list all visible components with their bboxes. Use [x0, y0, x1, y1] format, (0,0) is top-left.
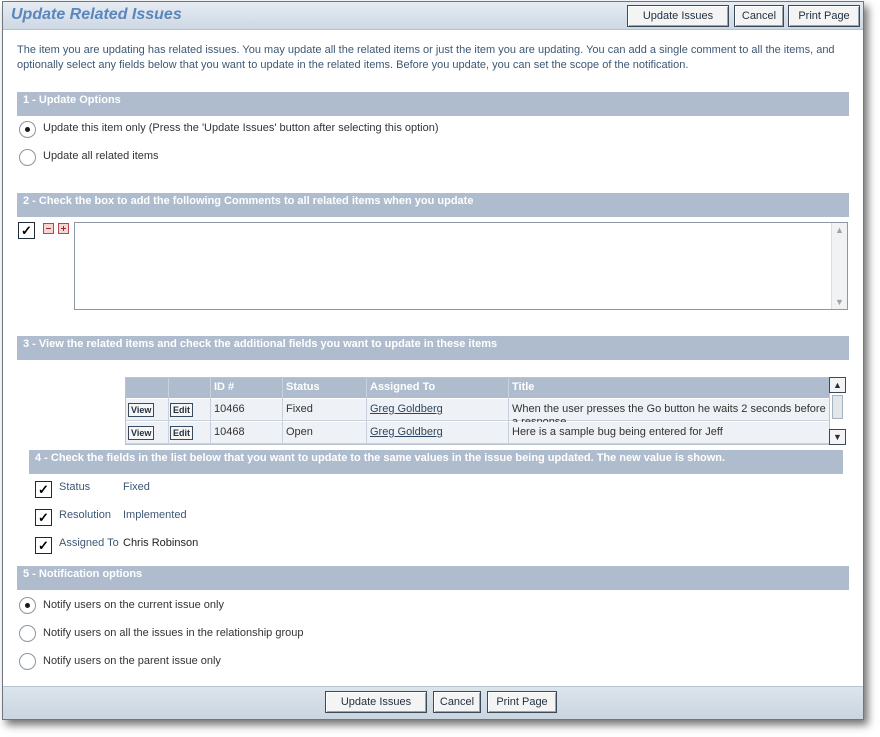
assigned-to-field-name: Assigned To — [59, 537, 119, 549]
add-comments-checkbox[interactable]: ✓ — [18, 222, 35, 239]
row-assigned-to-link[interactable]: Greg Goldberg — [370, 403, 443, 415]
assigned-to-field-checkbox[interactable]: ✓ — [35, 537, 52, 554]
edit-button[interactable]: Edit — [170, 426, 193, 440]
column-divider — [366, 378, 367, 444]
resolution-field-name: Resolution — [59, 509, 111, 521]
notify-relationship-group-radio[interactable] — [19, 625, 36, 642]
footer-update-issues-button[interactable]: Update Issues — [325, 691, 427, 713]
scroll-down-arrow-icon[interactable]: ▼ — [829, 429, 846, 445]
footer-print-page-button[interactable]: Print Page — [487, 691, 557, 713]
row-status: Fixed — [286, 403, 313, 415]
related-items-scrollbar[interactable]: ▲ ▼ — [829, 377, 846, 445]
notify-relationship-group-label: Notify users on all the issues in the re… — [43, 627, 304, 639]
column-divider — [282, 378, 283, 444]
update-this-item-only-radio[interactable] — [19, 121, 36, 138]
notify-parent-issue-label: Notify users on the parent issue only — [43, 655, 221, 667]
scroll-up-arrow-icon[interactable]: ▲ — [829, 377, 846, 393]
print-page-button[interactable]: Print Page — [788, 5, 860, 27]
update-all-related-items-label: Update all related items — [43, 150, 159, 162]
comments-scrollbar[interactable]: ▲ ▼ — [831, 223, 847, 309]
notify-current-issue-radio[interactable] — [19, 597, 36, 614]
column-divider — [508, 378, 509, 444]
view-button[interactable]: View — [128, 426, 155, 440]
column-divider — [168, 378, 169, 444]
status-field-name: Status — [59, 481, 91, 493]
update-issues-button[interactable]: Update Issues — [627, 5, 729, 27]
column-id: ID # — [214, 381, 235, 393]
update-related-issues-window: Update Related Issues Update Issues Canc… — [2, 1, 864, 720]
column-divider — [210, 378, 211, 444]
column-title: Title — [512, 381, 535, 393]
column-assigned-to: Assigned To — [370, 381, 436, 393]
footer-cancel-button[interactable]: Cancel — [433, 691, 481, 713]
row-id: 10468 — [214, 426, 245, 438]
row-status: Open — [286, 426, 313, 438]
status-field-checkbox[interactable]: ✓ — [35, 481, 52, 498]
status-field-value: Fixed — [123, 481, 150, 493]
notify-current-issue-label: Notify users on the current issue only — [43, 599, 224, 611]
section-update-options-header: 1 - Update Options — [17, 92, 849, 116]
view-button[interactable]: View — [128, 403, 155, 417]
resolution-field-value: Implemented — [123, 509, 187, 521]
table-row: View Edit 10468 Open Greg Goldberg Here … — [126, 422, 829, 444]
notify-parent-issue-radio[interactable] — [19, 653, 36, 670]
scroll-down-arrow-icon[interactable]: ▼ — [835, 297, 844, 307]
cancel-button[interactable]: Cancel — [734, 5, 784, 27]
row-id: 10466 — [214, 403, 245, 415]
header-bar: Update Related Issues Update Issues Canc… — [3, 2, 863, 30]
update-this-item-only-label: Update this item only (Press the 'Update… — [43, 122, 439, 134]
column-status: Status — [286, 381, 320, 393]
scroll-thumb[interactable] — [832, 395, 843, 419]
section-related-items-header: 3 - View the related items and check the… — [17, 336, 849, 360]
scroll-up-arrow-icon[interactable]: ▲ — [835, 225, 844, 235]
assigned-to-field-value: Chris Robinson — [123, 537, 199, 549]
section-notification-header: 5 - Notification options — [17, 566, 849, 590]
edit-button[interactable]: Edit — [170, 403, 193, 417]
section-comments-header: 2 - Check the box to add the following C… — [17, 193, 849, 217]
section-fields-header: 4 - Check the fields in the list below t… — [29, 450, 843, 474]
footer-bar: Update Issues Cancel Print Page — [3, 686, 863, 719]
table-header: ID # Status Assigned To Title — [126, 378, 829, 398]
related-items-table: ID # Status Assigned To Title View Edit … — [125, 377, 830, 445]
minus-icon[interactable] — [43, 223, 54, 234]
resolution-field-checkbox[interactable]: ✓ — [35, 509, 52, 526]
intro-text: The item you are updating has related is… — [17, 44, 835, 71]
row-assigned-to-link[interactable]: Greg Goldberg — [370, 426, 443, 438]
table-row: View Edit 10466 Fixed Greg Goldberg When… — [126, 399, 829, 428]
row-title: Here is a sample bug being entered for J… — [512, 426, 723, 438]
comments-textarea[interactable]: ▲ ▼ — [74, 222, 848, 310]
page-title: Update Related Issues — [11, 6, 182, 23]
plus-icon[interactable] — [58, 223, 69, 234]
update-all-related-items-radio[interactable] — [19, 149, 36, 166]
